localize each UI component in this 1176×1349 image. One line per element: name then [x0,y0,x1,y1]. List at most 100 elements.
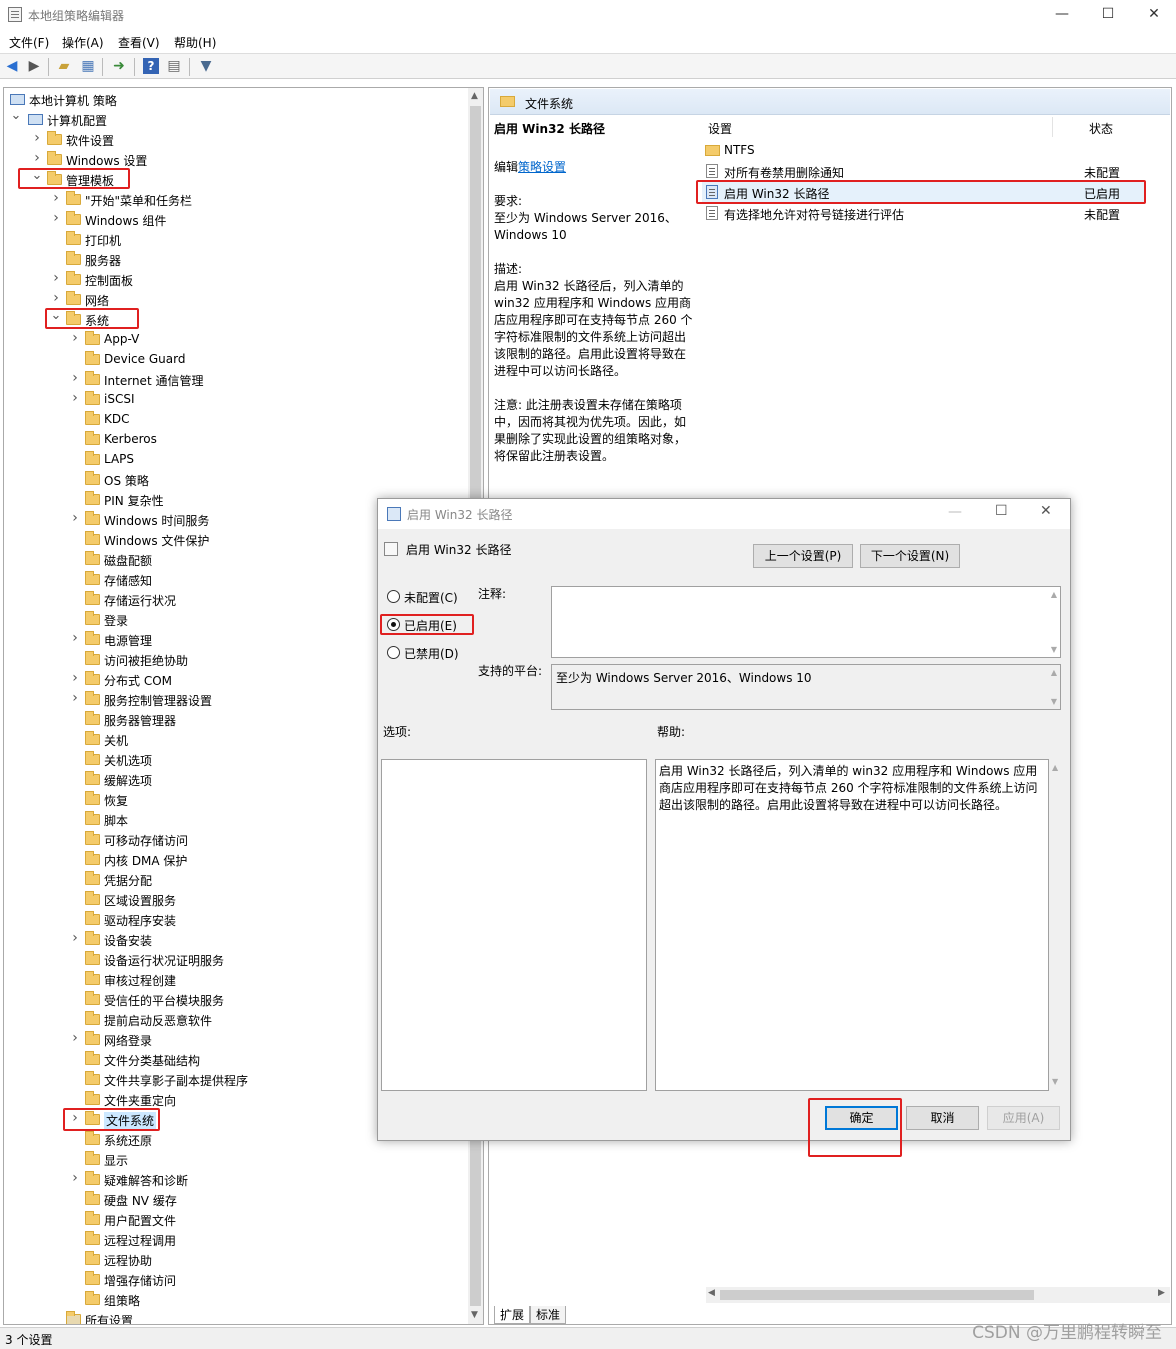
settings-row[interactable]: 有选择地允许对符号链接进行评估 未配置 [702,203,1162,224]
scroll-down-icon[interactable]: ▼ [1052,1077,1058,1086]
expand-arrow-icon[interactable]: › [69,690,81,706]
expand-arrow-icon[interactable]: › [69,370,81,386]
tree-item[interactable]: Kerberos [4,430,468,450]
tree-item[interactable]: 所有设置 [4,1310,468,1324]
settings-row[interactable]: NTFS [702,140,1162,161]
tree-item[interactable]: 硬盘 NV 缓存 [4,1190,468,1210]
tree-item[interactable]: › "开始"菜单和任务栏 [4,190,468,210]
scroll-left-icon[interactable]: ◀ [708,1288,715,1298]
folder-icon [500,96,515,107]
next-setting-button[interactable]: 下一个设置(N) [860,544,960,568]
tree-item[interactable]: › iSCSI [4,390,468,410]
expand-arrow-icon[interactable]: › [31,150,43,166]
tab-extended[interactable]: 扩展 [494,1306,531,1324]
setting-state: 未配置 [1084,208,1121,222]
show-hide-tree-icon[interactable]: ▦ [80,58,96,74]
expand-arrow-icon[interactable]: › [69,670,81,686]
tree-item[interactable]: › Internet 通信管理 [4,370,468,390]
dialog-maximize-button[interactable]: ☐ [995,503,1008,519]
tree-item[interactable]: 用户配置文件 [4,1210,468,1230]
tree-item[interactable]: 远程过程调用 [4,1230,468,1250]
close-button[interactable]: ✕ [1131,0,1176,30]
apply-button[interactable]: 应用(A) [987,1106,1060,1130]
expand-arrow-icon[interactable]: › [50,270,62,286]
menu-view[interactable]: 查看(V) [118,34,160,51]
export-list-icon[interactable]: ➜ [111,58,127,74]
collapse-arrow-icon[interactable]: ⌄ [10,108,22,123]
tab-standard[interactable]: 标准 [530,1306,567,1324]
tree-item[interactable]: 增强存储访问 [4,1270,468,1290]
up-folder-icon[interactable]: ▰ [56,58,72,74]
scroll-right-icon[interactable]: ▶ [1158,1288,1165,1298]
radio-disabled[interactable] [387,646,400,659]
radio-not-configured[interactable] [387,590,400,603]
tree-item[interactable]: › Windows 设置 [4,150,468,170]
column-setting[interactable]: 设置 [708,120,732,137]
cancel-button[interactable]: 取消 [906,1106,979,1130]
expand-arrow-icon[interactable]: › [69,390,81,406]
folder-icon [85,351,100,365]
filter-icon[interactable]: ▼ [198,58,214,74]
tree-item-label: 驱动程序安装 [104,914,177,928]
hscroll-thumb[interactable] [720,1290,1034,1300]
expand-arrow-icon[interactable]: › [69,330,81,346]
highlight-system [45,308,139,329]
scroll-up-icon[interactable]: ▲ [471,91,478,101]
radio-not-configured-label[interactable]: 未配置(C) [404,589,458,606]
tree-item[interactable]: OS 策略 [4,470,468,490]
scroll-up-icon[interactable]: ▲ [1052,763,1058,772]
menu-file[interactable]: 文件(F) [9,34,49,51]
expand-arrow-icon[interactable]: › [50,290,62,306]
column-state[interactable]: 状态 [1089,120,1113,137]
folder-icon [85,571,100,585]
comment-textarea[interactable]: ▲ ▼ [551,586,1061,658]
dialog-close-button[interactable]: ✕ [1040,503,1052,519]
tree-item-label: "开始"菜单和任务栏 [85,194,193,208]
folder-icon [85,1171,100,1185]
maximize-button[interactable]: ☐ [1085,0,1131,30]
tree-item-label: 设备运行状况证明服务 [104,954,225,968]
expand-arrow-icon[interactable]: › [69,510,81,526]
tree-item-label: 脚本 [104,814,129,828]
minimize-button[interactable]: — [1039,0,1085,30]
tree-item-label: Windows 时间服务 [104,514,210,528]
tree-item[interactable]: › 软件设置 [4,130,468,150]
help-icon[interactable]: ? [143,58,159,74]
expand-arrow-icon[interactable]: › [50,190,62,206]
tree-item[interactable]: › Windows 组件 [4,210,468,230]
tree-item[interactable]: 组策略 [4,1290,468,1310]
folder-icon [66,191,81,205]
back-icon[interactable]: ◀ [4,58,20,74]
help-scrollbar[interactable]: ▲ ▼ [1050,761,1062,1091]
expand-arrow-icon[interactable]: › [69,1030,81,1046]
tree-item[interactable]: 显示 [4,1150,468,1170]
tree-item[interactable]: › 疑难解答和诊断 [4,1170,468,1190]
expand-arrow-icon[interactable]: › [31,130,43,146]
settings-row[interactable]: 对所有卷禁用删除通知 未配置 [702,161,1162,182]
edit-policy-link[interactable]: 策略设置 [518,160,566,174]
details-hscrollbar[interactable]: ◀ ▶ [706,1287,1170,1303]
tree-item[interactable]: 远程协助 [4,1250,468,1270]
tree-item[interactable]: › 网络 [4,290,468,310]
tree-item[interactable]: 打印机 [4,230,468,250]
menu-help[interactable]: 帮助(H) [174,34,216,51]
expand-arrow-icon[interactable]: › [50,210,62,226]
tree-item[interactable]: › App-V [4,330,468,350]
expand-arrow-icon[interactable]: › [69,1170,81,1186]
tree-item[interactable]: ⌄ 计算机配置 [4,108,468,130]
previous-setting-button[interactable]: 上一个设置(P) [753,544,853,568]
expand-arrow-icon[interactable]: › [69,930,81,946]
tree-item[interactable]: › 控制面板 [4,270,468,290]
tree-item[interactable]: LAPS [4,450,468,470]
column-divider[interactable] [1052,117,1053,137]
expand-arrow-icon[interactable]: › [69,630,81,646]
properties-icon[interactable]: ▤ [166,58,182,74]
tree-item[interactable]: KDC [4,410,468,430]
scroll-down-icon[interactable]: ▼ [471,1310,478,1320]
tree-item[interactable]: Device Guard [4,350,468,370]
menu-action[interactable]: 操作(A) [62,34,104,51]
radio-disabled-label[interactable]: 已禁用(D) [404,645,459,662]
tree-item[interactable]: 服务器 [4,250,468,270]
forward-icon[interactable]: ▶ [26,58,42,74]
tree-item[interactable]: 本地计算机 策略 [4,90,468,110]
